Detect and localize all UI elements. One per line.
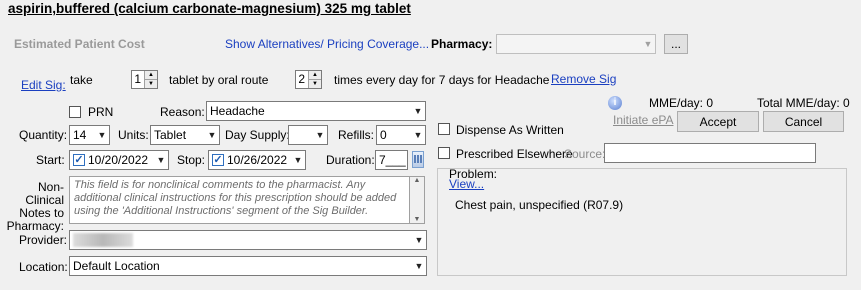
notes-label: Non-Clinical Notes to Pharmacy: bbox=[6, 180, 64, 233]
quantity-select[interactable]: 14 ▼ bbox=[69, 125, 110, 145]
problem-panel bbox=[437, 168, 847, 276]
problem-view-link[interactable]: View... bbox=[449, 177, 484, 191]
edit-sig-link[interactable]: Edit Sig: bbox=[21, 78, 66, 92]
quantity-label: Quantity: bbox=[19, 128, 68, 142]
location-select[interactable]: Default Location ▼ bbox=[69, 256, 427, 276]
start-date-picker[interactable]: 10/20/2022 ▼ bbox=[69, 150, 169, 170]
scroll-up-icon[interactable]: ▲ bbox=[414, 177, 421, 184]
notes-textarea[interactable]: This field is for nonclinical comments t… bbox=[69, 176, 410, 224]
refills-value: 0 bbox=[380, 128, 387, 142]
refills-select[interactable]: 0 ▼ bbox=[376, 125, 426, 145]
pharmacy-label: Pharmacy: bbox=[431, 37, 493, 51]
sig-frequency-text: times every day for 7 days for Headache bbox=[334, 73, 550, 87]
pharmacy-more-button[interactable]: ... bbox=[664, 34, 688, 54]
prn-checkbox[interactable] bbox=[69, 106, 81, 121]
calendar-icon[interactable] bbox=[412, 151, 424, 168]
chevron-down-icon: ▼ bbox=[156, 155, 166, 165]
provider-label: Provider: bbox=[19, 233, 68, 247]
spin-down-icon[interactable]: ▼ bbox=[145, 79, 157, 88]
chevron-down-icon: ▼ bbox=[97, 130, 107, 140]
spin-up-icon[interactable]: ▲ bbox=[309, 71, 321, 79]
refills-label: Refills: bbox=[338, 128, 375, 142]
start-date-value: 10/20/2022 bbox=[88, 153, 149, 167]
chevron-down-icon: ▼ bbox=[315, 130, 325, 140]
pharmacy-select[interactable]: ▼ bbox=[496, 34, 656, 54]
sig-route-text: tablet by oral route bbox=[169, 73, 269, 87]
prescribed-elsewhere-checkbox[interactable] bbox=[438, 147, 450, 162]
medication-title: aspirin,buffered (calcium carbonate-magn… bbox=[8, 1, 411, 16]
location-value: Default Location bbox=[73, 259, 160, 273]
day-supply-label: Day Supply: bbox=[225, 128, 290, 142]
estimated-cost-label: Estimated Patient Cost bbox=[14, 37, 145, 51]
prescribed-elsewhere-label: Prescribed Elsewhere bbox=[456, 147, 573, 161]
cancel-button[interactable]: Cancel bbox=[763, 111, 844, 132]
spin-down-icon[interactable]: ▼ bbox=[309, 79, 321, 88]
info-icon[interactable]: i bbox=[608, 96, 622, 110]
source-label: Source: bbox=[564, 147, 606, 161]
provider-redacted-value bbox=[73, 233, 133, 247]
dispense-as-written-label: Dispense As Written bbox=[456, 123, 564, 137]
start-date-checkbox[interactable] bbox=[73, 154, 85, 166]
duration-input[interactable]: 7___ bbox=[375, 150, 408, 170]
reason-select[interactable]: Headache ▼ bbox=[206, 101, 426, 121]
source-input[interactable] bbox=[604, 143, 816, 163]
chevron-down-icon: ▼ bbox=[413, 130, 423, 140]
stop-date-picker[interactable]: 10/26/2022 ▼ bbox=[208, 150, 306, 170]
notes-field[interactable]: This field is for nonclinical comments t… bbox=[69, 176, 425, 224]
day-supply-select[interactable]: ▼ bbox=[288, 125, 328, 145]
frequency-value: 2 bbox=[298, 72, 305, 86]
chevron-down-icon: ▼ bbox=[414, 261, 424, 271]
location-label: Location: bbox=[19, 260, 68, 274]
frequency-spinner[interactable]: 2 ▲ ▼ bbox=[295, 70, 322, 89]
stop-date-value: 10/26/2022 bbox=[227, 153, 288, 167]
show-alternatives-link[interactable]: Show Alternatives/ Pricing Coverage... bbox=[225, 37, 429, 51]
accept-button[interactable]: Accept bbox=[677, 111, 759, 132]
remove-sig-link[interactable]: Remove Sig bbox=[551, 72, 616, 86]
spin-up-icon[interactable]: ▲ bbox=[145, 71, 157, 79]
units-select[interactable]: Tablet ▼ bbox=[150, 125, 220, 145]
dispense-as-written-checkbox[interactable] bbox=[438, 123, 450, 138]
mme-day-label: MME/day: 0 bbox=[649, 96, 714, 110]
chevron-down-icon: ▼ bbox=[207, 130, 217, 140]
quantity-value: 14 bbox=[73, 128, 87, 142]
chevron-down-icon: ▼ bbox=[643, 39, 653, 49]
prescribed-elsewhere-check-box[interactable] bbox=[438, 147, 450, 159]
reason-value: Headache bbox=[210, 104, 265, 118]
duration-label: Duration: bbox=[326, 153, 375, 167]
prn-check-box[interactable] bbox=[69, 106, 81, 118]
start-label: Start: bbox=[36, 153, 65, 167]
dose-spinner[interactable]: 1 ▲ ▼ bbox=[131, 70, 158, 89]
scroll-down-icon[interactable]: ▼ bbox=[414, 216, 421, 223]
stop-date-checkbox[interactable] bbox=[212, 154, 224, 166]
initiate-epa-link[interactable]: Initiate ePA bbox=[613, 113, 673, 127]
notes-scrollbar[interactable]: ▲ ▼ bbox=[410, 176, 425, 224]
sig-take-label: take bbox=[70, 73, 93, 87]
dispense-check-box[interactable] bbox=[438, 123, 450, 135]
problem-value: Chest pain, unspecified (R07.9) bbox=[455, 198, 624, 212]
prn-label: PRN bbox=[88, 105, 114, 119]
reason-label: Reason: bbox=[160, 105, 205, 119]
chevron-down-icon: ▼ bbox=[414, 235, 424, 245]
chevron-down-icon: ▼ bbox=[413, 106, 423, 116]
units-label: Units: bbox=[118, 128, 149, 142]
provider-select[interactable]: ▼ bbox=[69, 230, 427, 250]
units-value: Tablet bbox=[154, 128, 187, 142]
stop-label: Stop: bbox=[177, 153, 206, 167]
dose-value: 1 bbox=[134, 72, 141, 86]
total-mme-day-label: Total MME/day: 0 bbox=[757, 96, 850, 110]
chevron-down-icon: ▼ bbox=[293, 155, 303, 165]
